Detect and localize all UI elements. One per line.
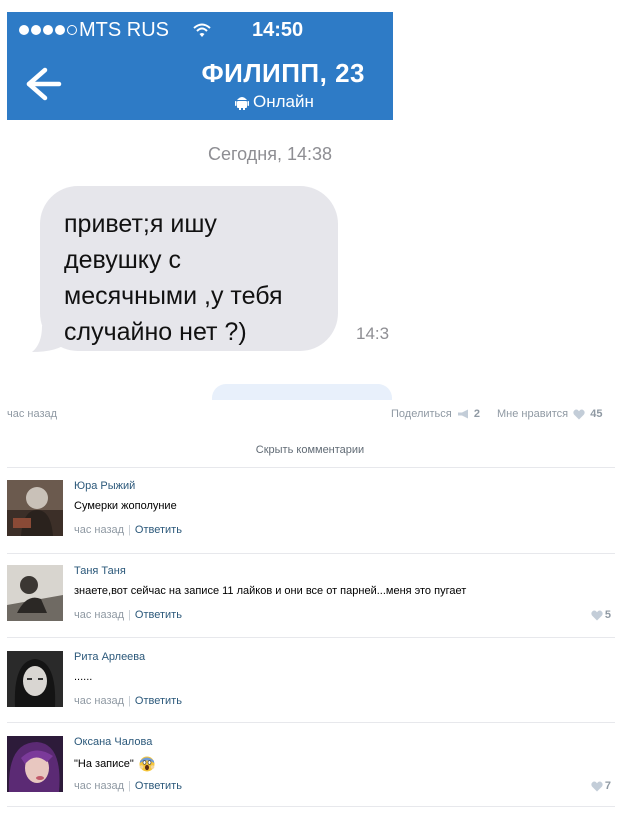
chat-header: MTS RUS 14:50 ФИЛИПП, 23 Онлайн [7, 12, 393, 120]
comment-meta: час назад | Ответить [74, 695, 182, 707]
signal-dots-icon [19, 25, 77, 35]
comment-meta: час назад | Ответить [74, 780, 182, 792]
carrier-name: MTS RUS [79, 19, 169, 41]
date-separator: Сегодня, 14:38 [208, 144, 333, 164]
avatar[interactable] [7, 736, 63, 792]
divider [7, 467, 615, 468]
share-count: 2 [473, 408, 480, 420]
heart-icon [591, 610, 603, 621]
like-button[interactable]: Мне нравится 45 [497, 408, 602, 420]
back-arrow-icon[interactable] [17, 64, 63, 104]
message-bubble: привет;я ишу девушку с месячными ,у тебя… [40, 186, 338, 351]
reply-button[interactable]: Ответить [135, 609, 182, 621]
screaming-face-emoji-icon [139, 756, 155, 772]
avatar[interactable] [7, 480, 63, 536]
share-button[interactable]: Поделиться 2 [391, 408, 480, 420]
avatar[interactable] [7, 651, 63, 707]
comment-item: Юра Рыжий Сумерки жополуние час назад | От… [7, 480, 615, 555]
comment-time[interactable]: час назад [74, 524, 124, 536]
comment-like-count: 5 [604, 609, 611, 621]
comment-author[interactable]: Юра Рыжий [74, 480, 135, 492]
message-text: привет;я ишу девушку с месячными ,у тебя… [64, 210, 283, 346]
comment-author[interactable]: Таня Таня [74, 565, 126, 577]
android-icon [235, 97, 249, 110]
like-count: 45 [590, 408, 603, 420]
comment-text: Сумерки жополуние [74, 500, 177, 512]
comment-item: Рита Арлеева ...... час назад | Ответить [7, 651, 615, 726]
status-time: 14:50 [252, 19, 304, 41]
wifi-icon [193, 23, 211, 37]
comment-time[interactable]: час назад [74, 780, 124, 792]
reply-button[interactable]: Ответить [135, 524, 182, 536]
comment-time[interactable]: час назад [74, 609, 124, 621]
comment-like-button[interactable]: 7 [589, 780, 611, 792]
next-message-bubble [212, 384, 392, 400]
post-time[interactable]: час назад [7, 408, 57, 420]
comment-item: Оксана Чалова "На записе" час назад | Отве… [7, 736, 615, 811]
online-label: Онлайн [253, 92, 314, 111]
share-label: Поделиться [391, 408, 452, 420]
comment-like-count: 7 [604, 780, 611, 792]
message-time: 14:3 [356, 324, 390, 343]
comment-time[interactable]: час назад [74, 695, 124, 707]
divider [7, 806, 615, 807]
heart-icon [591, 781, 603, 792]
comment-item: Таня Таня знаете,вот сейчас на записе 11… [7, 565, 615, 640]
post-meta: час назад Поделиться 2 Мне нравится 45 [7, 408, 613, 424]
heart-icon [573, 409, 585, 420]
comment-meta: час назад | Ответить [74, 609, 182, 621]
status-bar: MTS RUS 14:50 [7, 12, 393, 46]
like-label: Мне нравится [497, 408, 569, 420]
megaphone-icon [457, 409, 468, 419]
comment-author[interactable]: Рита Арлеева [74, 651, 145, 663]
divider [7, 722, 615, 723]
comment-text: ...... [74, 671, 93, 683]
online-status: Онлайн [235, 92, 314, 112]
divider [7, 553, 615, 554]
comment-text-content: "На записе" [74, 757, 134, 770]
reply-button[interactable]: Ответить [135, 695, 182, 707]
comment-meta: час назад | Ответить [74, 524, 182, 536]
comment-like-button[interactable]: 5 [589, 609, 611, 621]
divider [7, 637, 615, 638]
comment-text: "На записе" [74, 756, 155, 772]
avatar[interactable] [7, 565, 63, 621]
comment-author[interactable]: Оксана Чалова [74, 736, 152, 748]
comment-text: знаете,вот сейчас на записе 11 лайков и … [74, 585, 467, 597]
contact-name[interactable]: ФИЛИПП, 23 [201, 58, 365, 89]
hide-comments-button[interactable]: Скрыть комментарии [0, 444, 620, 456]
reply-button[interactable]: Ответить [135, 780, 182, 792]
